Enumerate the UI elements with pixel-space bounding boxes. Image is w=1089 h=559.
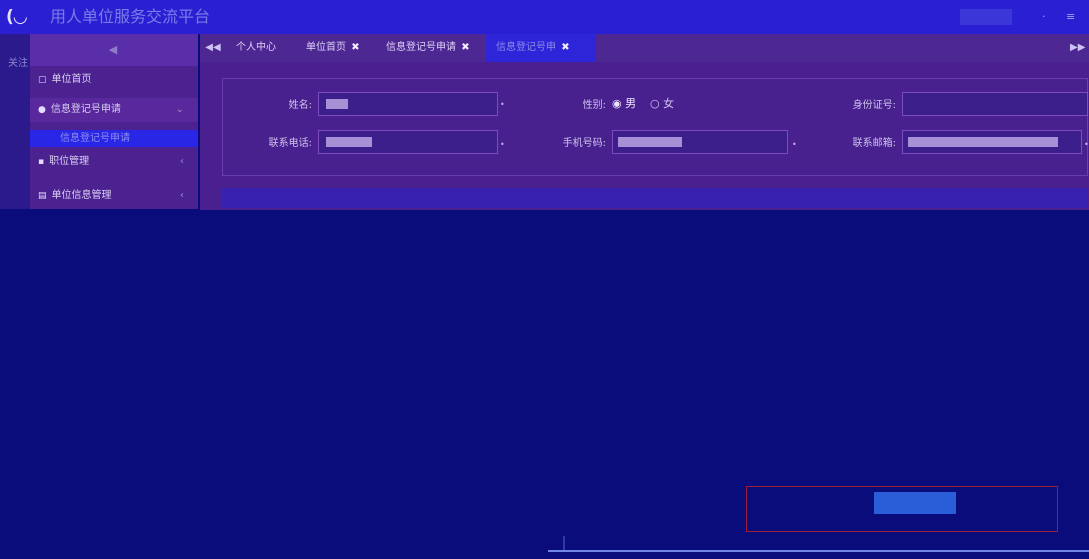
table-header-row bbox=[222, 188, 1088, 208]
tab-unit-home[interactable]: 单位首页 ✖ bbox=[296, 34, 370, 62]
email-label: 联系邮箱: bbox=[852, 138, 896, 149]
sidebar-item-positions[interactable]: ▪ 职位管理 ‹ bbox=[30, 150, 198, 174]
gender-male-label: 男 bbox=[625, 97, 637, 110]
bottom-divider bbox=[548, 550, 1089, 552]
name-value-mask bbox=[326, 99, 348, 109]
tab-personal-center[interactable]: 个人中心 bbox=[226, 34, 286, 62]
sidebar-toggle-icon[interactable]: ◀ bbox=[38, 42, 188, 58]
sidebar-item-info-register[interactable]: ● 信息登记号申请 ⌄ bbox=[30, 98, 198, 122]
dot-icon[interactable]: · bbox=[1042, 9, 1056, 25]
chevron-down-icon: ⌄ bbox=[175, 104, 184, 115]
required-marker: • bbox=[500, 140, 505, 149]
sidebar-item-label: 职位管理 bbox=[49, 156, 90, 167]
sidebar-item-label: 单位信息管理 bbox=[51, 190, 112, 201]
tab-scroll-right-icon[interactable]: ▶▶ bbox=[1070, 40, 1086, 56]
square-icon: ▢ bbox=[38, 75, 47, 85]
tab-info-register-active[interactable]: 信息登记号申 ✖ bbox=[486, 34, 596, 62]
app-title: 用人单位服务交流平台 bbox=[50, 7, 211, 26]
mobile-value-mask bbox=[618, 137, 682, 147]
required-marker: • bbox=[500, 100, 505, 109]
chevron-left-icon: ‹ bbox=[180, 190, 184, 201]
tab-info-register-apply[interactable]: 信息登记号申请 ✖ bbox=[376, 34, 480, 62]
cursor-mark bbox=[563, 536, 565, 550]
gender-male-radio[interactable]: ◉ 男 bbox=[612, 96, 636, 112]
menu-icon[interactable]: ≡ bbox=[1066, 9, 1082, 25]
radio-checked-icon: ◉ bbox=[612, 97, 622, 110]
upload-instructions-list bbox=[818, 374, 1088, 482]
phone-label: 联系电话: bbox=[268, 138, 312, 149]
close-icon[interactable]: ✖ bbox=[561, 42, 569, 53]
tab-label: 单位首页 bbox=[306, 42, 346, 53]
gender-female-radio[interactable]: ○ 女 bbox=[650, 96, 674, 112]
radio-unchecked-icon: ○ bbox=[650, 97, 660, 110]
upload-button[interactable] bbox=[874, 492, 956, 514]
id-number-input[interactable] bbox=[902, 92, 1088, 116]
sidebar-item-home[interactable]: ▢ 单位首页 bbox=[30, 68, 198, 92]
email-value-mask bbox=[908, 137, 1058, 147]
tab-label: 个人中心 bbox=[236, 42, 276, 53]
sidebar-item-unit-info[interactable]: ▤ 单位信息管理 ‹ bbox=[30, 184, 198, 208]
sidebar-subitem-label: 信息登记号申请 bbox=[60, 133, 130, 144]
sidebar-item-label: 单位首页 bbox=[51, 74, 92, 85]
close-icon[interactable]: ✖ bbox=[461, 42, 469, 53]
doc-icon: ▤ bbox=[38, 191, 47, 201]
chevron-left-icon: ‹ bbox=[180, 156, 184, 167]
user-menu[interactable] bbox=[960, 9, 1012, 25]
logo-icon: (◡ bbox=[6, 7, 27, 27]
tab-label: 信息登记号申 bbox=[496, 42, 556, 53]
tab-label: 信息登记号申请 bbox=[386, 42, 456, 53]
required-marker: • bbox=[792, 140, 797, 149]
left-strip-label: 关注 bbox=[8, 58, 28, 69]
sidebar-item-label: 信息登记号申请 bbox=[50, 104, 121, 115]
close-icon[interactable]: ✖ bbox=[351, 42, 359, 53]
required-marker: • bbox=[1084, 140, 1089, 149]
mobile-label: 手机号码: bbox=[562, 138, 606, 149]
name-label: 姓名: bbox=[288, 100, 312, 111]
tab-scroll-left-icon[interactable]: ◀◀ bbox=[204, 40, 222, 56]
sidebar-subitem-info-register[interactable]: 信息登记号申请 bbox=[30, 130, 198, 147]
gender-female-label: 女 bbox=[663, 97, 675, 110]
users-icon: ● bbox=[38, 105, 46, 115]
list-icon: ▪ bbox=[38, 157, 45, 167]
phone-value-mask bbox=[326, 137, 372, 147]
id-number-label: 身份证号: bbox=[852, 100, 896, 111]
gender-label: 性别: bbox=[582, 100, 606, 111]
